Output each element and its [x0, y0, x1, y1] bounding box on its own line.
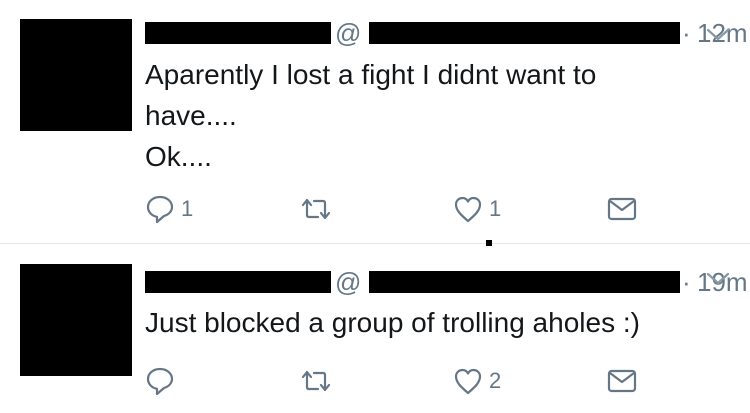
tweet-actions: 2 [145, 361, 645, 401]
retweet-button[interactable] [299, 361, 339, 401]
reply-button[interactable] [145, 361, 181, 401]
like-count: 2 [489, 368, 502, 393]
reply-count: 1 [181, 196, 194, 221]
reply-button[interactable]: 1 [145, 189, 193, 229]
tweet-text-line: Just blocked a group of trolling aholes … [145, 307, 640, 338]
heart-icon [454, 368, 482, 395]
separator-dot: · [682, 267, 691, 297]
reply-icon [146, 367, 174, 396]
tweet-header: @ · 19m [145, 263, 748, 303]
envelope-icon [607, 369, 637, 393]
redacted-display-name [145, 271, 331, 293]
tweet-text: Aparently I lost a fight I didnt want to… [145, 54, 715, 177]
tweet-text-line: Aparently I lost a fight I didnt want to [145, 59, 597, 90]
like-button[interactable]: 1 [453, 189, 501, 229]
heart-icon [454, 196, 482, 223]
tweet-header: @ · 12m [145, 14, 748, 54]
retweet-icon [301, 370, 331, 392]
avatar[interactable] [20, 19, 132, 131]
envelope-icon [607, 197, 637, 221]
tweet-text-line: Ok.... [145, 141, 212, 172]
separator-dot: · [682, 18, 691, 48]
like-button[interactable]: 2 [453, 361, 501, 401]
redacted-display-name [145, 22, 331, 44]
tweet-actions: 1 1 [145, 189, 645, 229]
chevron-down-icon[interactable] [706, 272, 730, 286]
reply-icon [146, 195, 174, 224]
retweet-button[interactable] [299, 189, 339, 229]
avatar[interactable] [20, 264, 132, 376]
handle-at-sign: @ [335, 18, 362, 48]
direct-message-button[interactable] [607, 189, 637, 229]
retweet-icon [301, 198, 331, 220]
tweet-text-line: have.... [145, 100, 237, 131]
like-count: 1 [489, 196, 502, 221]
tweet[interactable]: @ · 12m Aparently I lost a fight I didnt… [0, 0, 750, 243]
redacted-handle [369, 22, 680, 44]
direct-message-button[interactable] [607, 361, 637, 401]
handle-at-sign: @ [335, 267, 362, 297]
redacted-handle [369, 271, 680, 293]
chevron-down-icon[interactable] [706, 28, 730, 42]
tweet-text: Just blocked a group of trolling aholes … [145, 302, 715, 343]
tweet[interactable]: @ · 19m Just blocked a group of trolling… [0, 244, 750, 413]
